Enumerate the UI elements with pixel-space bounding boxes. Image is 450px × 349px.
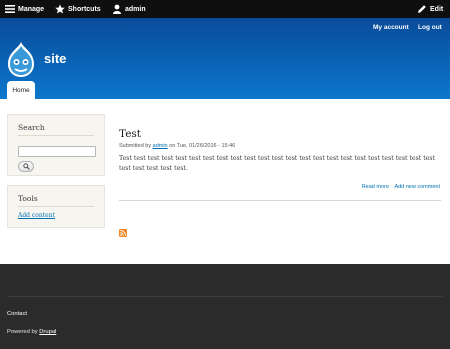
search-button[interactable] <box>18 161 34 172</box>
tools-block-title: Tools <box>18 194 38 203</box>
site-header: My account Log out site Home <box>0 18 450 99</box>
add-comment-link[interactable]: Add new comment <box>394 184 440 190</box>
read-more-link[interactable]: Read more <box>362 184 389 190</box>
drupal-link[interactable]: Drupal <box>39 329 56 335</box>
rss-feed-icon[interactable] <box>119 229 127 237</box>
footer-divider <box>7 296 443 297</box>
user-label: admin <box>125 5 146 13</box>
tools-block: Tools Add content <box>7 185 105 228</box>
log-out-link[interactable]: Log out <box>418 24 442 31</box>
node-links: Read more Add new comment <box>358 184 440 190</box>
node-body: Test test test test test test test test … <box>119 155 436 172</box>
user-tab[interactable]: admin <box>112 0 146 18</box>
site-name[interactable]: site <box>44 51 66 66</box>
shortcuts-label: Shortcuts <box>68 5 101 13</box>
pencil-icon <box>418 5 426 13</box>
powered-by: Powered by Drupal <box>7 329 56 335</box>
tab-home-label: Home <box>12 86 30 94</box>
admin-toolbar: Manage Shortcuts admin Edit <box>0 0 450 18</box>
node-divider <box>119 200 441 201</box>
drupal-logo-icon[interactable] <box>6 42 36 78</box>
search-block-title: Search <box>18 123 45 132</box>
manage-label: Manage <box>18 5 45 13</box>
submitted-line: Submitted by admin on Tue, 01/26/2016 - … <box>119 143 235 149</box>
submitted-prefix: Submitted by <box>119 143 152 149</box>
powered-by-prefix: Powered by <box>7 329 38 335</box>
shortcuts-tab[interactable]: Shortcuts <box>55 0 101 18</box>
tab-home[interactable]: Home <box>7 81 35 99</box>
manage-tab[interactable]: Manage <box>5 0 44 18</box>
search-block-divider <box>18 135 94 136</box>
search-icon <box>22 163 30 170</box>
author-link[interactable]: admin <box>153 143 168 149</box>
edit-tab[interactable]: Edit <box>417 0 443 18</box>
site-footer: Contact Powered by Drupal <box>0 264 450 349</box>
node-title[interactable]: Test <box>119 128 141 140</box>
star-icon <box>55 4 65 14</box>
search-input[interactable] <box>18 146 96 157</box>
submitted-date: on Tue, 01/26/2016 - 15:46 <box>169 143 236 149</box>
hamburger-icon <box>5 5 15 13</box>
my-account-link[interactable]: My account <box>373 24 409 31</box>
edit-label: Edit <box>430 5 444 13</box>
search-block: Search <box>7 114 105 176</box>
tools-block-divider <box>18 206 94 207</box>
contact-link[interactable]: Contact <box>7 311 27 317</box>
add-content-link[interactable]: Add content <box>18 212 55 219</box>
user-icon <box>113 4 121 14</box>
footer-contact: Contact <box>7 311 27 317</box>
